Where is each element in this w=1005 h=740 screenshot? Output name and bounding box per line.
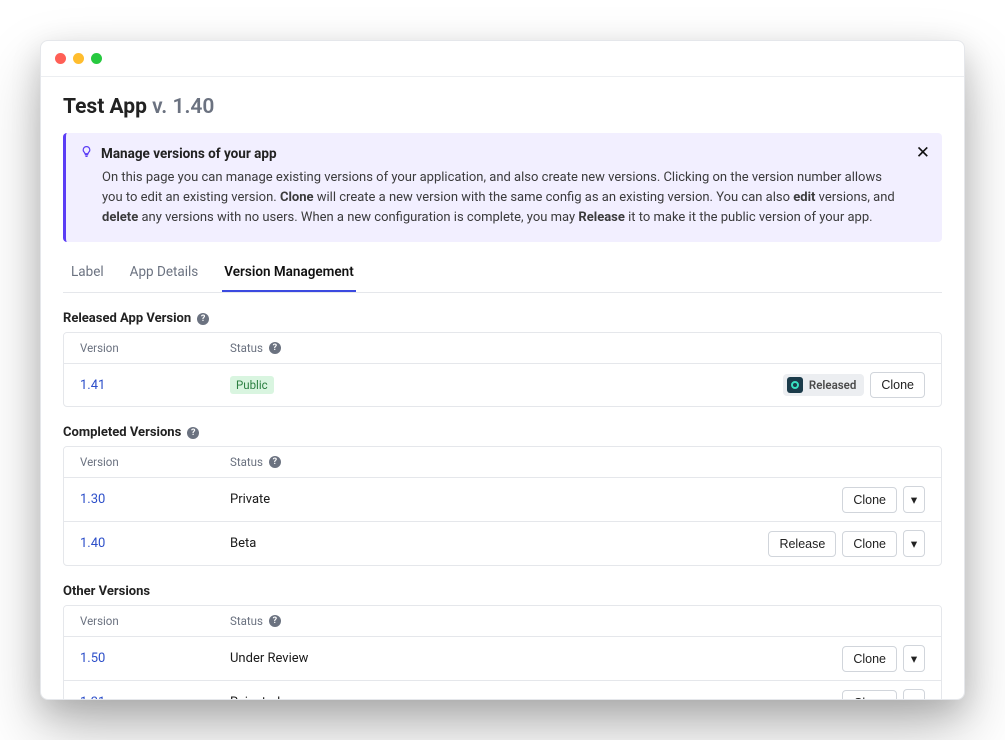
help-icon[interactable]: ? (269, 342, 281, 354)
help-icon[interactable]: ? (269, 615, 281, 627)
current-version: 1.40 (172, 95, 214, 119)
banner-bold: edit (793, 190, 815, 205)
table-header: Version Status ? (64, 606, 941, 637)
banner-text: versions, and (815, 190, 894, 205)
release-button[interactable]: Release (768, 531, 836, 557)
col-status: Status (230, 614, 263, 628)
version-link[interactable]: 1.30 (80, 492, 230, 507)
page-title: Test App v. 1.40 (63, 95, 942, 119)
clone-button[interactable]: Clone (870, 372, 925, 398)
help-icon[interactable]: ? (187, 427, 199, 439)
released-label: Released (809, 378, 856, 392)
tab-app-details[interactable]: App Details (128, 256, 201, 292)
chevron-down-icon[interactable]: ▾ (903, 486, 925, 513)
clone-button[interactable]: Clone (842, 487, 897, 513)
window-minimize-icon[interactable] (73, 53, 84, 64)
status-text: Rejected (230, 695, 665, 699)
section-title-text: Released App Version (63, 311, 191, 326)
section-other: Other Versions Version Status ? 1.50 Und… (63, 584, 942, 699)
banner-title-text: Manage versions of your app (101, 146, 277, 162)
section-title-text: Completed Versions (63, 425, 181, 440)
version-prefix: v. (152, 95, 167, 119)
app-window: Test App v. 1.40 ✕ Manage versions of yo… (40, 40, 965, 700)
section-released-title: Released App Version ? (63, 311, 942, 326)
tab-label[interactable]: Label (69, 256, 106, 292)
window-zoom-icon[interactable] (91, 53, 102, 64)
other-table: Version Status ? 1.50 Under Review Clone… (63, 605, 942, 699)
banner-body: On this page you can manage existing ver… (80, 168, 902, 228)
released-icon (787, 377, 803, 393)
clone-button[interactable]: Clone (842, 646, 897, 672)
window-titlebar (41, 41, 964, 77)
banner-text: it to make it the public version of your… (625, 210, 873, 225)
col-version: Version (80, 455, 230, 469)
table-header: Version Status ? (64, 447, 941, 478)
version-link[interactable]: 1.40 (80, 536, 230, 551)
clone-button[interactable]: Clone (842, 690, 897, 699)
status-text: Under Review (230, 651, 665, 666)
lightbulb-icon (80, 145, 93, 162)
banner-bold: delete (102, 210, 138, 225)
section-completed-title: Completed Versions ? (63, 425, 942, 440)
app-name: Test App (63, 95, 147, 119)
table-header: Version Status ? (64, 333, 941, 364)
content-area: Test App v. 1.40 ✕ Manage versions of yo… (41, 77, 964, 699)
table-row: 1.41 Public Released Clone (64, 364, 941, 406)
close-icon[interactable]: ✕ (916, 143, 930, 163)
tab-version-management[interactable]: Version Management (222, 256, 355, 292)
status-text: Private (230, 492, 665, 507)
section-released: Released App Version ? Version Status ? … (63, 311, 942, 407)
col-status: Status (230, 455, 263, 469)
section-title-text: Other Versions (63, 584, 150, 599)
released-pill: Released (783, 374, 864, 396)
col-version: Version (80, 341, 230, 355)
banner-bold: Release (578, 210, 624, 225)
tabs: Label App Details Version Management (63, 256, 942, 293)
status-badge: Public (230, 376, 274, 394)
chevron-down-icon[interactable]: ▾ (903, 689, 925, 699)
banner-text: any versions with no users. When a new c… (138, 210, 578, 225)
version-link[interactable]: 1.31 (80, 695, 230, 699)
table-row: 1.30 Private Clone ▾ (64, 478, 941, 521)
table-row: 1.40 Beta Release Clone ▾ (64, 521, 941, 565)
chevron-down-icon[interactable]: ▾ (903, 645, 925, 672)
section-completed: Completed Versions ? Version Status ? 1.… (63, 425, 942, 566)
help-icon[interactable]: ? (197, 313, 209, 325)
info-banner-title: Manage versions of your app (80, 145, 902, 162)
version-link[interactable]: 1.50 (80, 651, 230, 666)
col-version: Version (80, 614, 230, 628)
info-banner: ✕ Manage versions of your app On this pa… (63, 133, 942, 242)
table-row: 1.31 Rejected Clone ▾ (64, 680, 941, 699)
section-other-title: Other Versions (63, 584, 942, 599)
version-link[interactable]: 1.41 (80, 378, 230, 393)
chevron-down-icon[interactable]: ▾ (903, 530, 925, 557)
table-row: 1.50 Under Review Clone ▾ (64, 637, 941, 680)
help-icon[interactable]: ? (269, 456, 281, 468)
col-status: Status (230, 341, 263, 355)
status-text: Beta (230, 536, 665, 551)
banner-bold: Clone (280, 190, 314, 205)
released-table: Version Status ? 1.41 Public Released (63, 332, 942, 407)
banner-text: will create a new version with the same … (314, 190, 794, 205)
window-close-icon[interactable] (55, 53, 66, 64)
completed-table: Version Status ? 1.30 Private Clone ▾ (63, 446, 942, 566)
clone-button[interactable]: Clone (842, 531, 897, 557)
